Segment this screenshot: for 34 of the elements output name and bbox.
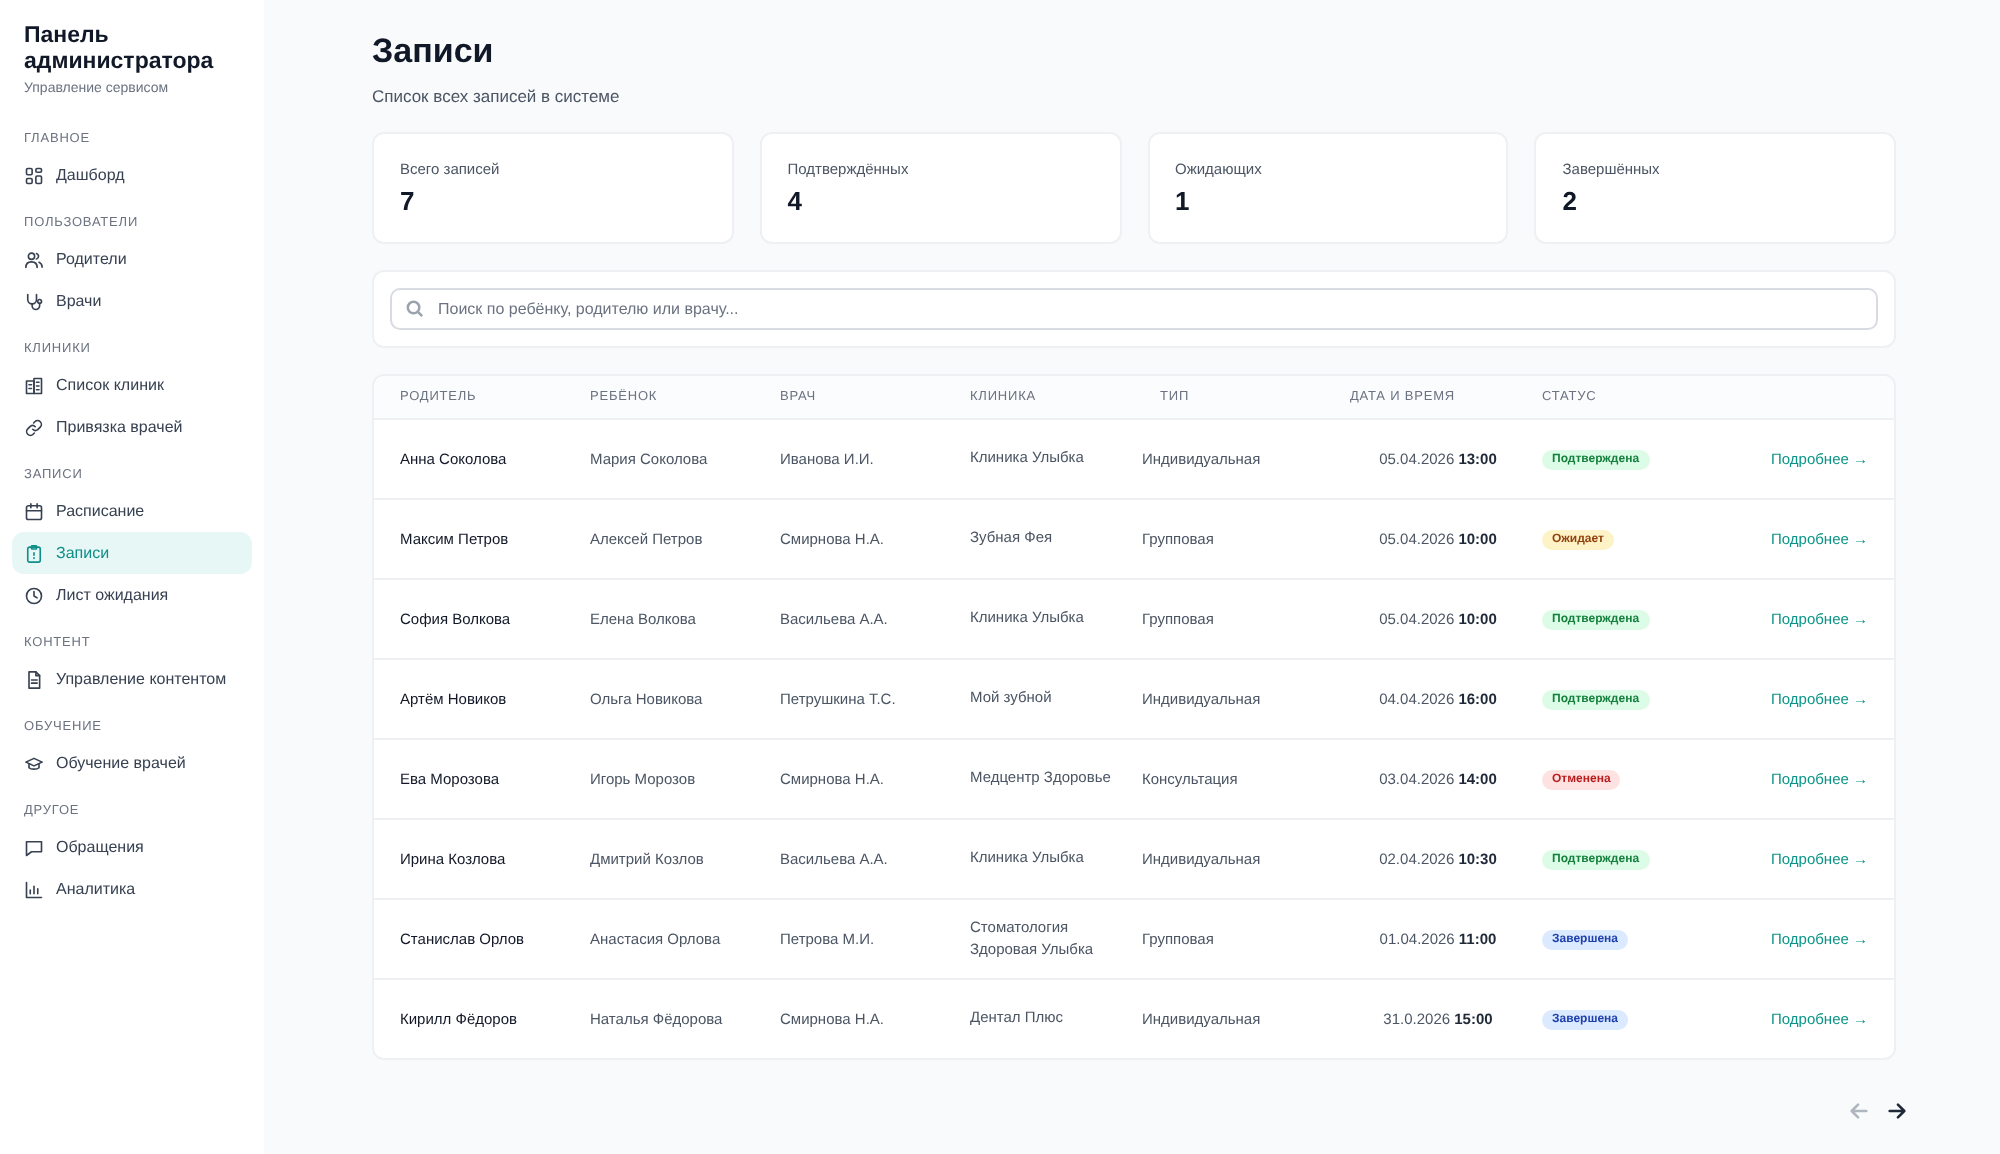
link-icon	[24, 417, 44, 437]
graduation-cap-icon	[24, 753, 44, 773]
stat-value: 7	[400, 186, 417, 216]
sidebar-item[interactable]: Лист ожидания	[12, 574, 252, 616]
sidebar-item[interactable]: Записи	[12, 532, 252, 574]
users-icon	[24, 249, 44, 269]
app-title: Панель администратора	[22, 24, 216, 76]
search-field[interactable]: Поиск по ребёнку, родителю или врачу...	[390, 288, 1878, 330]
sidebar-item[interactable]: Родители	[12, 238, 252, 280]
sidebar-item[interactable]: Врачи	[12, 280, 252, 322]
stat-value: 4	[787, 186, 804, 216]
stat-value: 1	[1175, 186, 1192, 216]
building-icon	[24, 375, 44, 395]
chart-icon	[24, 879, 44, 899]
sidebar-item[interactable]: Привязка врачей	[12, 406, 252, 448]
message-icon	[24, 837, 44, 857]
sidebar-item[interactable]: Обращения	[12, 826, 252, 868]
next-page-button[interactable]	[1886, 1100, 1908, 1122]
sidebar-item[interactable]: Расписание	[12, 490, 252, 532]
page-title: Записи	[372, 32, 496, 72]
sidebar-item[interactable]: Обучение врачей	[12, 742, 252, 784]
calendar-icon	[24, 501, 44, 521]
sidebar-item[interactable]: Дашборд	[12, 154, 252, 196]
grid-icon	[24, 165, 44, 185]
sidebar-item[interactable]: Аналитика	[12, 868, 252, 910]
document-icon	[24, 669, 44, 689]
stat-value: 2	[1562, 186, 1579, 216]
search-icon	[406, 300, 424, 318]
clipboard-icon	[24, 543, 44, 563]
page-subtitle: Список всех записей в системе	[372, 86, 622, 106]
stethoscope-icon	[24, 291, 44, 311]
clock-icon	[24, 585, 44, 605]
sidebar-item[interactable]: Управление контентом	[12, 658, 252, 700]
sidebar-item[interactable]: Список клиник	[12, 364, 252, 406]
